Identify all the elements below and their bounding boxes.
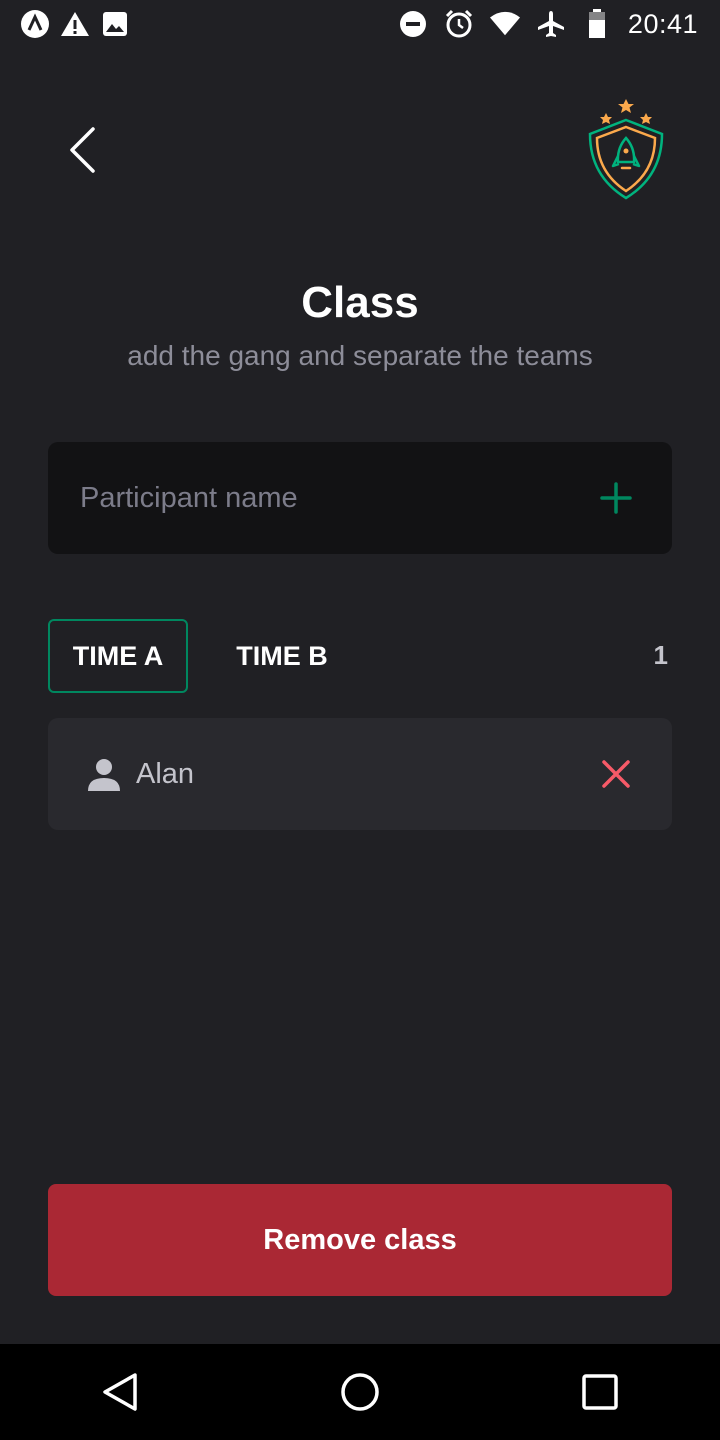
battery-icon — [582, 9, 612, 39]
status-left — [0, 9, 130, 39]
home-nav-icon — [341, 1373, 379, 1411]
page-title: Class — [301, 278, 419, 327]
chevron-left-icon — [70, 127, 95, 173]
user-icon — [86, 756, 122, 792]
player-name: Alan — [136, 757, 195, 790]
app-icon — [20, 9, 50, 39]
image-icon — [100, 9, 130, 39]
alarm-icon — [444, 9, 474, 39]
clock: 20:41 — [627, 8, 698, 39]
back-nav-icon — [103, 1373, 137, 1411]
system-nav-bar — [0, 1344, 720, 1440]
nav-back-button[interactable] — [80, 1352, 160, 1432]
dnd-icon — [398, 9, 428, 39]
rocket-shield-logo — [582, 96, 670, 204]
nav-recents-button[interactable] — [560, 1352, 640, 1432]
plus-icon — [600, 482, 632, 514]
wifi-icon — [489, 9, 520, 39]
close-icon — [602, 760, 630, 788]
warning-icon — [60, 9, 90, 39]
airplane-icon — [536, 9, 566, 39]
participant-input-container — [48, 442, 672, 554]
tab-time-a[interactable]: TIME A — [48, 619, 188, 693]
page-subtitle: add the gang and separate the teams — [127, 340, 593, 371]
back-button[interactable] — [52, 120, 112, 180]
remove-class-button[interactable]: Remove class — [48, 1184, 672, 1296]
tab-time-b[interactable]: TIME B — [214, 619, 350, 693]
status-bar: 20:41 — [0, 0, 720, 48]
nav-home-button[interactable] — [320, 1352, 400, 1432]
remove-player-button[interactable] — [586, 744, 646, 804]
status-right: 20:41 — [398, 9, 720, 40]
player-count: 1 — [653, 640, 668, 670]
add-participant-button[interactable] — [576, 458, 656, 538]
list-item: Alan — [48, 718, 672, 830]
recents-nav-icon — [582, 1374, 618, 1410]
participant-name-input[interactable] — [48, 480, 576, 516]
